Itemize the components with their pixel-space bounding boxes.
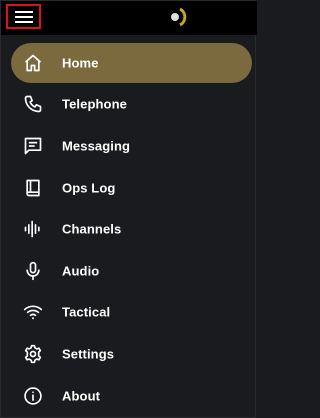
nav-item-label: Audio bbox=[62, 263, 100, 279]
home-icon bbox=[23, 53, 43, 73]
nav-item-label: Telephone bbox=[62, 96, 127, 112]
microphone-icon bbox=[23, 261, 43, 281]
nav-item-label: Settings bbox=[62, 346, 115, 362]
nav-item-label: Home bbox=[62, 55, 99, 71]
nav-item-settings[interactable]: Settings bbox=[1, 333, 257, 375]
menu-button[interactable] bbox=[6, 4, 41, 29]
nav-item-label: Messaging bbox=[62, 138, 131, 154]
nav-item-about[interactable]: About bbox=[1, 375, 257, 417]
brand-logo-icon bbox=[169, 6, 189, 28]
nav-item-tactical[interactable]: Tactical bbox=[1, 292, 257, 334]
nav-item-home[interactable]: Home bbox=[1, 42, 257, 84]
gear-icon bbox=[23, 344, 43, 364]
info-icon bbox=[23, 386, 43, 406]
nav-item-audio[interactable]: Audio bbox=[1, 250, 257, 292]
nav-item-channels[interactable]: Channels bbox=[1, 208, 257, 250]
nav-item-label: Channels bbox=[62, 221, 122, 237]
hamburger-menu-icon bbox=[14, 10, 33, 24]
wifi-icon bbox=[23, 302, 43, 322]
nav-drawer: Home Telephone Messaging Ops Log Channel… bbox=[1, 42, 257, 416]
app-window: Home Telephone Messaging Ops Log Channel… bbox=[0, 0, 257, 418]
book-icon bbox=[23, 178, 43, 198]
nav-item-messaging[interactable]: Messaging bbox=[1, 125, 257, 167]
nav-item-label: About bbox=[62, 388, 101, 404]
nav-item-ops-log[interactable]: Ops Log bbox=[1, 167, 257, 209]
audio-waveform-icon bbox=[23, 219, 43, 239]
nav-item-label: Tactical bbox=[62, 304, 111, 320]
message-icon bbox=[23, 136, 43, 156]
phone-icon bbox=[23, 94, 43, 114]
nav-item-label: Ops Log bbox=[62, 180, 116, 196]
nav-item-telephone[interactable]: Telephone bbox=[1, 84, 257, 126]
top-bar bbox=[1, 1, 257, 35]
